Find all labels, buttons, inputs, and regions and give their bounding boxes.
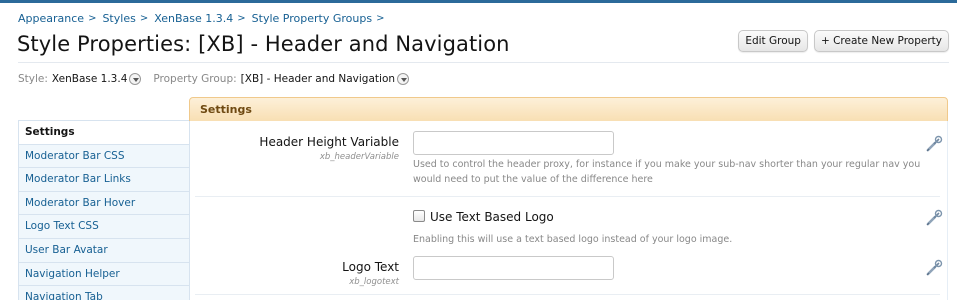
header-height-variable-varname: xb_headerVariable [319, 152, 399, 162]
breadcrumb-style-name[interactable]: XenBase 1.3.4 [154, 12, 233, 25]
use-text-based-logo-label[interactable]: Use Text Based Logo [430, 210, 554, 224]
sidebar-item-navigation-helper[interactable]: Navigation Helper [19, 262, 189, 287]
group-dropdown-icon[interactable] [397, 73, 410, 85]
edit-group-button[interactable]: Edit Group [738, 30, 808, 52]
row-separator [195, 294, 940, 295]
group-filter-label: Property Group: [153, 73, 237, 85]
style-filter-label: Style: [18, 73, 48, 85]
breadcrumb-property-groups[interactable]: Style Property Groups [252, 12, 372, 25]
wrench-pencil-icon[interactable] [925, 209, 943, 227]
wrench-pencil-icon[interactable] [925, 135, 943, 153]
row-separator [195, 196, 940, 197]
style-dropdown-icon[interactable] [129, 73, 142, 85]
breadcrumb: Appearance > Styles > XenBase 1.3.4 > St… [18, 12, 390, 25]
breadcrumb-separator: > [88, 13, 97, 24]
top-accent-bar [0, 0, 957, 3]
header-height-variable-explain: Used to control the header proxy, for in… [413, 159, 921, 185]
breadcrumb-styles[interactable]: Styles [102, 12, 135, 25]
use-text-based-logo-explain: Enabling this will use a text based logo… [413, 234, 733, 245]
logo-text-input[interactable] [413, 256, 614, 280]
top-button-group: Edit Group + Create New Property [738, 30, 949, 52]
page-title: Style Properties: [XB] - Header and Navi… [17, 32, 510, 56]
style-filter-value: XenBase 1.3.4 [51, 73, 128, 85]
filter-line: Style: XenBase 1.3.4 Property Group: [XB… [18, 73, 410, 85]
header-height-variable-label: Header Height Variable [259, 135, 399, 149]
sidebar-item-user-bar-avatar[interactable]: User Bar Avatar [19, 238, 189, 263]
sidebar-item-moderator-bar-links[interactable]: Moderator Bar Links [19, 168, 189, 192]
sidebar-item-moderator-bar-hover[interactable]: Moderator Bar Hover [19, 191, 189, 216]
settings-section-header: Settings [189, 97, 948, 122]
group-filter-value: [XB] - Header and Navigation [240, 73, 396, 85]
sidebar-item-navigation-tab[interactable]: Navigation Tab [19, 286, 189, 300]
title-divider [18, 62, 949, 63]
property-sidebar: Settings Moderator Bar CSS Moderator Bar… [18, 120, 190, 300]
breadcrumb-separator: > [376, 13, 385, 24]
breadcrumb-separator: > [139, 13, 149, 24]
use-text-based-logo-checkbox[interactable] [413, 210, 425, 222]
logo-text-varname: xb_logotext [349, 277, 399, 287]
sidebar-item-logo-text-css[interactable]: Logo Text CSS [19, 215, 189, 239]
breadcrumb-separator: > [237, 13, 246, 24]
logo-text-label: Logo Text [342, 260, 399, 274]
wrench-pencil-icon[interactable] [925, 259, 943, 277]
breadcrumb-appearance[interactable]: Appearance [18, 12, 84, 25]
header-height-variable-input[interactable] [413, 131, 614, 155]
create-new-property-button[interactable]: + Create New Property [813, 30, 949, 52]
sidebar-item-settings[interactable]: Settings [19, 121, 189, 145]
sidebar-item-moderator-bar-css[interactable]: Moderator Bar CSS [19, 144, 189, 169]
